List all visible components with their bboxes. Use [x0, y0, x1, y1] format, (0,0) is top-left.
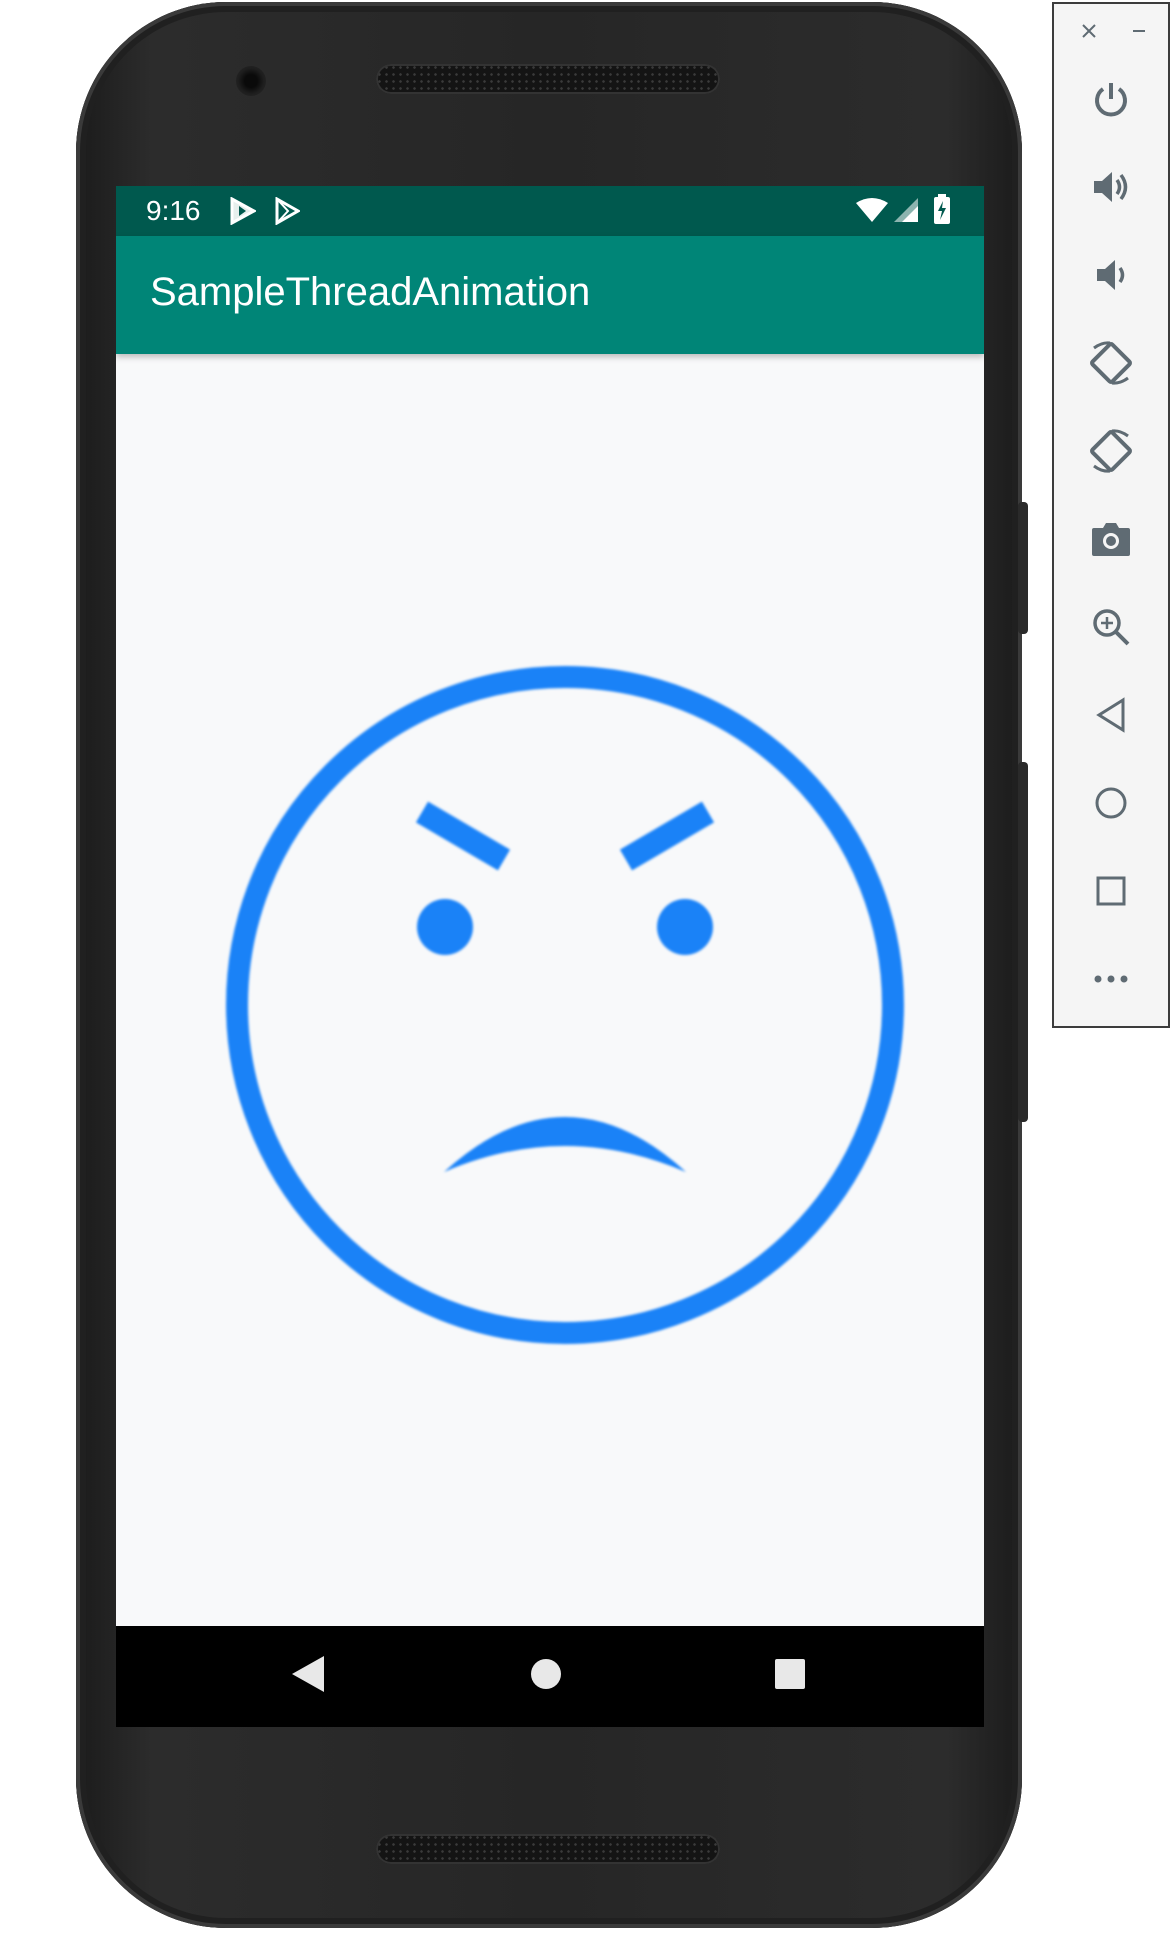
top-speaker — [376, 64, 720, 94]
more-icon — [1094, 975, 1128, 983]
close-button[interactable] — [1074, 16, 1104, 46]
volume-up-button[interactable] — [1083, 159, 1139, 215]
phone-screen: 9:16 SampleThreadAnimation — [116, 186, 984, 1727]
nav-home-button[interactable] — [530, 1658, 562, 1690]
status-time: 9:16 — [146, 195, 201, 226]
volume-down-button[interactable] — [1083, 247, 1139, 303]
play-store-icon — [275, 197, 300, 225]
app-bar: SampleThreadAnimation — [116, 236, 984, 354]
emulator-toolbar — [1052, 2, 1170, 1028]
back-button[interactable] — [1083, 687, 1139, 743]
rotate-right-button[interactable] — [1083, 423, 1139, 479]
home-button[interactable] — [1083, 775, 1139, 831]
app-title: SampleThreadAnimation — [150, 270, 591, 314]
overview-button[interactable] — [1083, 863, 1139, 919]
face-outline — [226, 666, 904, 1344]
left-eye-icon — [417, 899, 473, 955]
nav-recents-button[interactable] — [774, 1658, 806, 1690]
power-side-button — [1018, 502, 1028, 634]
rotate-right-icon — [1090, 429, 1132, 473]
wifi-icon — [856, 198, 888, 222]
zoom-icon — [1093, 609, 1130, 646]
volume-side-button — [1018, 762, 1028, 1122]
power-icon — [1095, 83, 1127, 117]
status-bar: 9:16 — [116, 186, 984, 236]
left-eyebrow-icon — [415, 801, 511, 871]
more-button[interactable] — [1083, 951, 1139, 1007]
front-camera — [236, 66, 266, 96]
zoom-button[interactable] — [1083, 599, 1139, 655]
camera-icon — [1092, 523, 1130, 556]
nav-bar — [116, 1626, 984, 1727]
signal-icon — [894, 198, 918, 222]
rotate-left-button[interactable] — [1083, 335, 1139, 391]
close-icon — [1082, 24, 1096, 38]
battery-charging-icon — [934, 194, 950, 224]
screenshot-button[interactable] — [1083, 511, 1139, 567]
home-icon — [1095, 787, 1127, 819]
angry-face-image — [226, 666, 904, 1344]
bottom-speaker — [376, 1834, 720, 1864]
nav-back-button[interactable] — [290, 1654, 326, 1694]
volume-up-icon — [1094, 172, 1128, 202]
right-eye-icon — [657, 899, 713, 955]
overview-icon — [1096, 876, 1126, 906]
rotate-left-icon — [1090, 341, 1132, 385]
minimize-button[interactable] — [1124, 16, 1154, 46]
right-eyebrow-icon — [619, 801, 715, 871]
minimize-icon — [1133, 30, 1145, 32]
play-games-icon — [230, 197, 256, 225]
frown-mouth-icon — [444, 1117, 686, 1172]
volume-down-icon — [1097, 260, 1125, 290]
back-icon — [1096, 697, 1125, 733]
power-button[interactable] — [1083, 71, 1139, 127]
